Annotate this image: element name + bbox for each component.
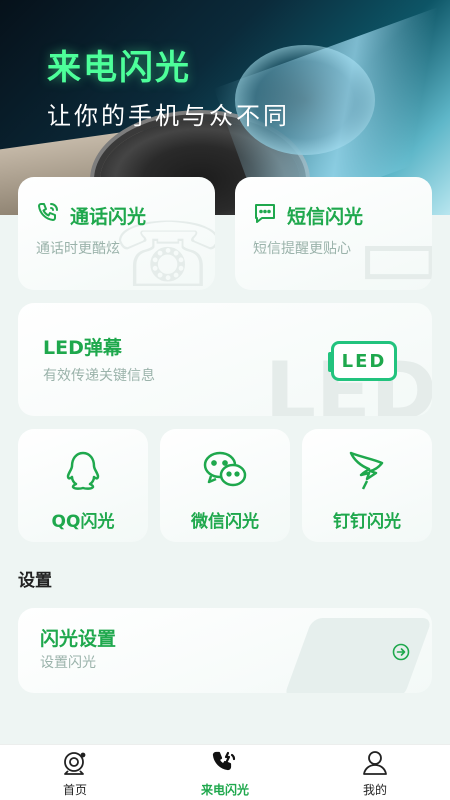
- wechat-flash-card[interactable]: 微信闪光: [160, 429, 290, 542]
- sms-flash-title: 短信闪光: [287, 205, 364, 228]
- flash-settings-card[interactable]: 闪光设置 设置闪光: [18, 608, 432, 693]
- hero-title: 来电闪光: [47, 48, 191, 88]
- tab-home[interactable]: 首页: [40, 751, 110, 798]
- tab-call-flash[interactable]: 来电闪光: [190, 751, 260, 798]
- wechat-icon: [201, 449, 249, 495]
- arrow-right-circle-icon[interactable]: [392, 643, 410, 661]
- call-flash-subtitle: 通话时更酷炫: [36, 241, 120, 257]
- wechat-flash-title: 微信闪光: [191, 512, 259, 532]
- tab-call-flash-label: 来电闪光: [200, 783, 249, 797]
- settings-section-title: 设置: [18, 571, 52, 591]
- flash-settings-subtitle: 设置闪光: [40, 655, 96, 671]
- phone-call-icon: [36, 201, 60, 229]
- call-flash-title: 通话闪光: [70, 205, 147, 228]
- led-icon: LED: [328, 341, 397, 381]
- message-watermark-icon: ▭: [356, 203, 432, 290]
- qq-icon: [63, 449, 103, 497]
- led-danmu-subtitle: 有效传递关键信息: [43, 368, 155, 384]
- user-icon: [362, 750, 388, 780]
- led-danmu-card[interactable]: LED LED弹幕 有效传递关键信息 LED: [18, 303, 432, 416]
- bottom-tab-bar: 首页 来电闪光 我的: [0, 744, 450, 800]
- tab-home-label: 首页: [62, 783, 87, 797]
- led-danmu-title: LED弹幕: [43, 337, 122, 359]
- flash-settings-title: 闪光设置: [40, 628, 117, 650]
- dingtalk-flash-title: 钉钉闪光: [333, 512, 401, 532]
- phone-flash-icon: [211, 750, 239, 780]
- tab-mine[interactable]: 我的: [340, 751, 410, 798]
- camera-icon: [61, 750, 89, 780]
- call-flash-card[interactable]: ☏ 通话闪光 通话时更酷炫: [18, 177, 215, 290]
- dingtalk-flash-card[interactable]: 钉钉闪光: [302, 429, 432, 542]
- qq-flash-title: QQ闪光: [51, 512, 115, 532]
- sms-flash-subtitle: 短信提醒更贴心: [253, 241, 351, 257]
- sms-flash-card[interactable]: ▭ 短信闪光 短信提醒更贴心: [235, 177, 432, 290]
- hero-subtitle: 让你的手机与众不同: [47, 102, 290, 130]
- message-icon: [253, 201, 277, 229]
- dingtalk-icon: [346, 449, 388, 497]
- tab-mine-label: 我的: [362, 783, 387, 797]
- qq-flash-card[interactable]: QQ闪光: [18, 429, 148, 542]
